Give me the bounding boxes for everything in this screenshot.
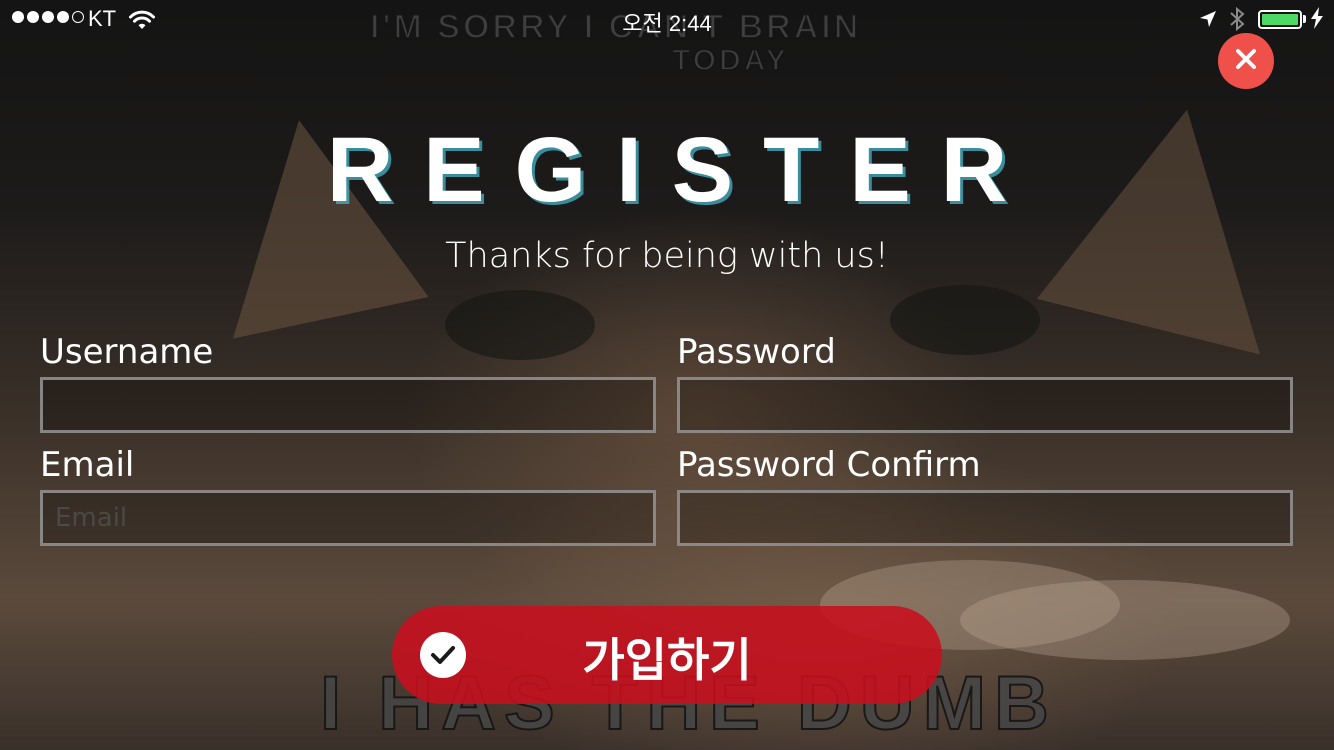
cat-eye-left bbox=[445, 290, 595, 360]
email-input[interactable] bbox=[40, 490, 656, 546]
cat-eye-right bbox=[890, 285, 1040, 355]
close-button[interactable] bbox=[1218, 33, 1274, 89]
battery-icon bbox=[1258, 10, 1302, 29]
status-bar: KT 오전 2:44 bbox=[0, 0, 1334, 40]
meme-top-text-line2: TODAY bbox=[671, 43, 789, 78]
username-input[interactable] bbox=[40, 377, 656, 433]
password-confirm-input[interactable] bbox=[677, 490, 1293, 546]
email-label: Email bbox=[40, 445, 135, 485]
battery-tip bbox=[1303, 15, 1306, 23]
charging-bolt-icon bbox=[1310, 7, 1324, 35]
register-submit-button[interactable]: 가입하기 bbox=[392, 606, 942, 704]
location-arrow-icon bbox=[1198, 9, 1218, 35]
status-time: 오전 2:44 bbox=[622, 11, 712, 36]
page-title: REGISTER bbox=[326, 119, 1038, 221]
password-input[interactable] bbox=[677, 377, 1293, 433]
password-confirm-label: Password Confirm bbox=[677, 445, 981, 485]
cat-paw bbox=[960, 580, 1290, 660]
username-label: Username bbox=[40, 332, 214, 372]
battery-level bbox=[1262, 14, 1298, 25]
page-subtitle: Thanks for being with us! bbox=[445, 236, 889, 276]
close-icon bbox=[1234, 47, 1258, 75]
submit-label: 가입하기 bbox=[582, 633, 752, 687]
password-label: Password bbox=[677, 332, 836, 372]
